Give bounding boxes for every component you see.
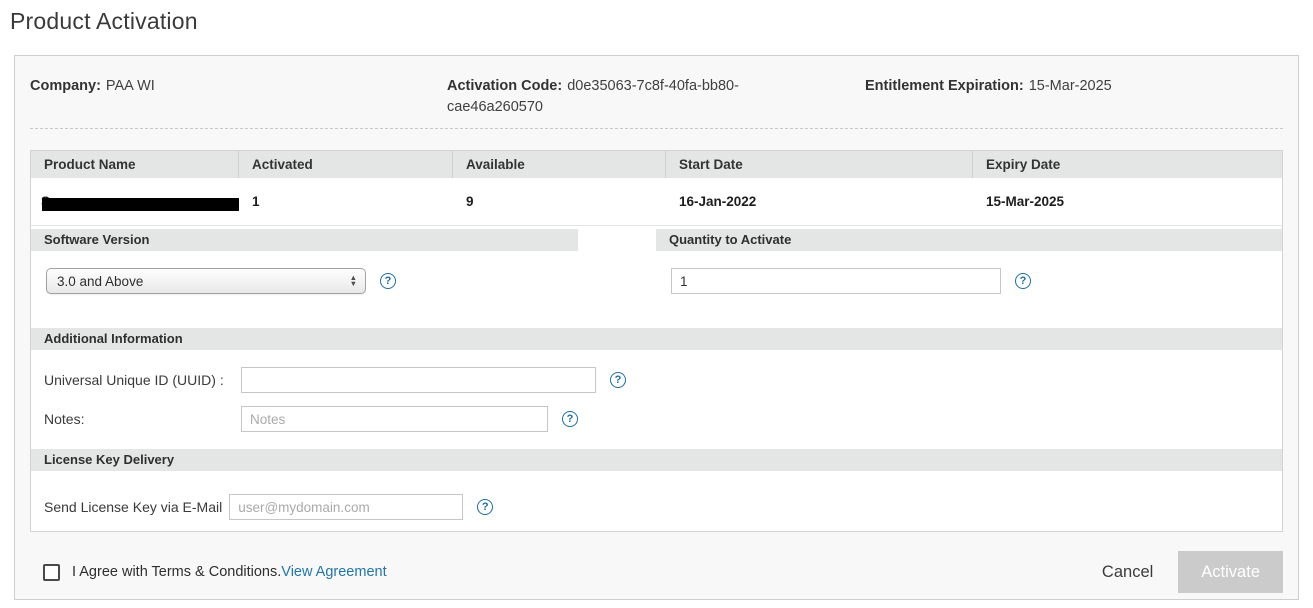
software-version-select[interactable]: 3.0 and Above ▲▼: [46, 268, 366, 294]
view-agreement-link[interactable]: View Agreement: [281, 564, 386, 580]
company-value: PAA WI: [106, 78, 155, 94]
entitlement-expiration-value: 15-Mar-2025: [1029, 78, 1112, 94]
agree-checkbox[interactable]: [43, 564, 60, 581]
agree-terms: I Agree with Terms & Conditions.View Agr…: [30, 564, 387, 581]
band-gap: [578, 229, 656, 251]
table-row: S 1 9 16-Jan-2022 15-Mar-2025: [31, 178, 1282, 226]
uuid-label: Universal Unique ID (UUID) :: [31, 372, 241, 388]
notes-label: Notes:: [31, 411, 241, 427]
product-table-header: Product Name Activated Available Start D…: [31, 151, 1282, 178]
activation-panel: Company: PAA WI Activation Code:d0e35063-…: [14, 55, 1299, 600]
software-version-section-header: Software Version: [31, 229, 578, 251]
product-details-card: Product Name Activated Available Start D…: [30, 150, 1283, 532]
start-date-cell: 16-Jan-2022: [666, 194, 973, 209]
activate-button[interactable]: Activate: [1178, 551, 1283, 593]
column-header-activated: Activated: [239, 151, 453, 178]
activation-code-info: Activation Code:d0e35063-7c8f-40fa-bb80-…: [447, 76, 865, 124]
notes-input[interactable]: [241, 406, 548, 432]
uuid-input[interactable]: [241, 367, 596, 393]
company-info: Company: PAA WI: [30, 76, 447, 124]
quantity-help-icon[interactable]: ?: [1015, 273, 1031, 289]
activated-cell: 1: [239, 194, 453, 209]
column-header-start-date: Start Date: [666, 151, 973, 178]
notes-help-icon[interactable]: ?: [562, 411, 578, 427]
expiry-date-cell: 15-Mar-2025: [973, 194, 1282, 209]
uuid-help-icon[interactable]: ?: [610, 372, 626, 388]
entitlement-expiration-label: Entitlement Expiration:: [865, 78, 1024, 94]
activation-code-label: Activation Code:: [447, 78, 562, 94]
dashed-divider: [30, 128, 1283, 129]
footer-row: I Agree with Terms & Conditions.View Agr…: [30, 551, 1283, 593]
additional-info-section-header: Additional Information: [31, 328, 1282, 350]
column-header-expiry-date: Expiry Date: [973, 151, 1282, 178]
software-version-cell: 3.0 and Above ▲▼ ?: [31, 268, 656, 294]
redaction-bar: [42, 198, 239, 211]
entitlement-info-row: Company: PAA WI Activation Code:d0e35063-…: [30, 56, 1283, 124]
license-delivery-section-header: License Key Delivery: [31, 449, 1282, 471]
email-row: Send License Key via E-Mail ?: [31, 494, 1282, 520]
email-label: Send License Key via E-Mail: [31, 499, 222, 515]
product-name-cell: S: [31, 192, 239, 212]
column-header-product-name: Product Name: [31, 151, 239, 178]
available-cell: 9: [453, 194, 666, 209]
software-version-help-icon[interactable]: ?: [380, 273, 396, 289]
notes-row: Notes: ?: [31, 406, 1282, 432]
version-quantity-band-row: Software Version Quantity to Activate: [31, 229, 1282, 251]
version-quantity-controls: 3.0 and Above ▲▼ ? ?: [31, 251, 1282, 311]
quantity-cell: ?: [656, 268, 1282, 294]
quantity-section-header: Quantity to Activate: [656, 229, 1282, 251]
agree-text: I Agree with Terms & Conditions.: [72, 564, 281, 580]
company-label: Company:: [30, 78, 101, 94]
column-header-available: Available: [453, 151, 666, 178]
cancel-button[interactable]: Cancel: [1102, 563, 1153, 582]
entitlement-expiration-info: Entitlement Expiration: 15-Mar-2025: [865, 76, 1283, 124]
email-help-icon[interactable]: ?: [477, 499, 493, 515]
page-title: Product Activation: [0, 0, 1313, 35]
select-arrows-icon: ▲▼: [350, 275, 357, 287]
quantity-input: [671, 268, 1001, 294]
uuid-row: Universal Unique ID (UUID) : ?: [31, 367, 1282, 393]
software-version-selected-value: 3.0 and Above: [57, 274, 143, 289]
email-input[interactable]: [229, 494, 463, 520]
